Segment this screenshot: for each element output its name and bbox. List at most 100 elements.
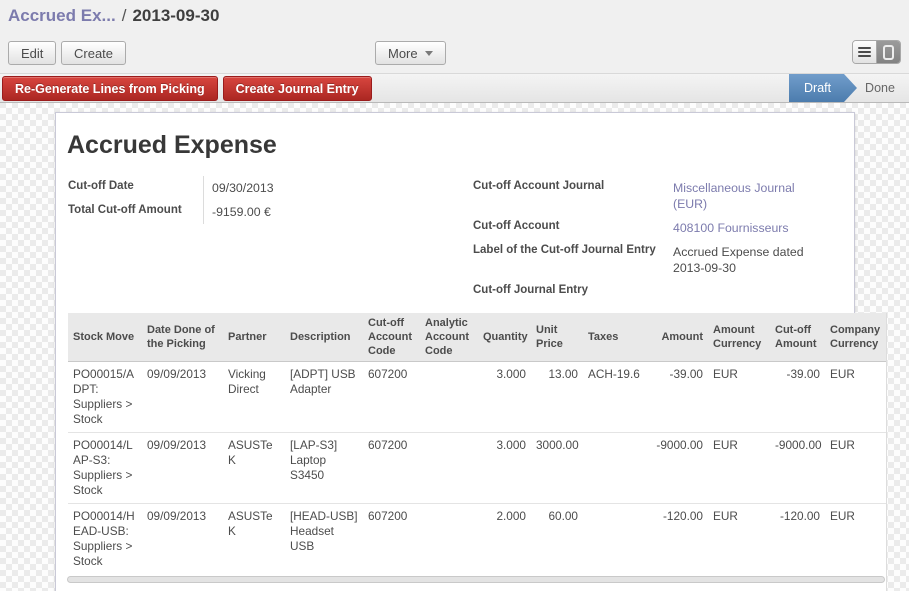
field-label-cutoff-date: Cut-off Date: [68, 176, 203, 200]
table-row[interactable]: PO00014/HEAD-USB: Suppliers > Stock 09/0…: [68, 504, 886, 575]
breadcrumb-current: 2013-09-30: [132, 6, 219, 25]
cell-description[interactable]: [LAP-S3] Laptop S3450: [285, 433, 363, 504]
cell-cutoff-amount[interactable]: -9000.00: [770, 433, 825, 504]
status-draft[interactable]: Draft: [789, 74, 857, 102]
cell-description[interactable]: [HEAD-USB] Headset USB: [285, 504, 363, 575]
field-row: Cut-off Account Journal Miscellaneous Jo…: [473, 176, 853, 216]
cell-taxes[interactable]: [583, 504, 645, 575]
field-value-cutoff-account-journal[interactable]: Miscellaneous Journal (EUR): [673, 176, 823, 216]
cell-analytic-account-code[interactable]: [420, 433, 478, 504]
table-row[interactable]: PO00014/LAP-S3: Suppliers > Stock 09/09/…: [68, 433, 886, 504]
more-button[interactable]: More: [375, 41, 446, 65]
field-value-cutoff-journal-entry: [673, 280, 823, 303]
field-label-cutoff-account: Cut-off Account: [473, 216, 673, 240]
cell-company-currency[interactable]: EUR: [825, 433, 886, 504]
cell-cutoff-account-code[interactable]: 607200: [363, 362, 420, 433]
col-header-date-done: Date Done of the Picking: [142, 313, 223, 362]
action-buttons: Re-Generate Lines from Picking Create Jo…: [2, 76, 372, 101]
chevron-down-icon: [425, 51, 433, 56]
list-icon: [858, 45, 871, 59]
create-button[interactable]: Create: [61, 41, 126, 65]
col-header-unit-price: Unit Price: [531, 313, 583, 362]
cell-company-currency[interactable]: EUR: [825, 362, 886, 433]
field-row: Cut-off Account 408100 Fournisseurs: [473, 216, 853, 240]
status-done[interactable]: Done: [857, 74, 903, 102]
cell-unit-price[interactable]: 13.00: [531, 362, 583, 433]
field-group-left: Cut-off Date 09/30/2013 Total Cut-off Am…: [68, 176, 413, 224]
masthead: Accrued Ex... / 2013-09-30 Edit Create Mor…: [0, 0, 909, 73]
col-header-cutoff-amount: Cut-off Amount: [770, 313, 825, 362]
cell-analytic-account-code[interactable]: [420, 504, 478, 575]
regenerate-lines-button[interactable]: Re-Generate Lines from Picking: [2, 76, 218, 101]
list-view-button[interactable]: [853, 41, 877, 63]
field-row: Label of the Cut-off Journal Entry Accru…: [473, 240, 853, 280]
cell-unit-price[interactable]: 3000.00: [531, 433, 583, 504]
field-row: Cut-off Date 09/30/2013: [68, 176, 413, 200]
form-view-button[interactable]: [877, 41, 900, 63]
field-label-total-cutoff-amount: Total Cut-off Amount: [68, 200, 203, 224]
cell-amount[interactable]: -120.00: [645, 504, 708, 575]
cell-unit-price[interactable]: 60.00: [531, 504, 583, 575]
table-row[interactable]: PO00015/ADPT: Suppliers > Stock 09/09/20…: [68, 362, 886, 433]
cell-partner[interactable]: ASUSTeK: [223, 504, 285, 575]
cell-analytic-account-code[interactable]: [420, 362, 478, 433]
create-journal-entry-button[interactable]: Create Journal Entry: [223, 76, 372, 101]
edit-button[interactable]: Edit: [8, 41, 56, 65]
cell-amount-currency[interactable]: EUR: [708, 362, 770, 433]
cell-company-currency[interactable]: EUR: [825, 504, 886, 575]
cell-stock-move[interactable]: PO00014/HEAD-USB: Suppliers > Stock: [68, 504, 142, 575]
breadcrumb: Accrued Ex... / 2013-09-30: [8, 6, 219, 26]
cell-cutoff-account-code[interactable]: 607200: [363, 504, 420, 575]
cell-quantity[interactable]: 3.000: [478, 362, 531, 433]
col-header-amount: Amount: [645, 313, 708, 362]
view-switcher: [852, 40, 901, 64]
cell-quantity[interactable]: 2.000: [478, 504, 531, 575]
col-header-company-currency: Company Currency: [825, 313, 886, 362]
col-header-partner: Partner: [223, 313, 285, 362]
col-header-taxes: Taxes: [583, 313, 645, 362]
form-icon: [883, 45, 894, 60]
breadcrumb-separator: /: [122, 6, 127, 25]
field-value-cutoff-date: 09/30/2013: [203, 176, 413, 200]
cell-amount-currency[interactable]: EUR: [708, 504, 770, 575]
field-value-journal-entry-label: Accrued Expense dated 2013-09-30: [673, 240, 823, 280]
field-label-cutoff-account-journal: Cut-off Account Journal: [473, 176, 673, 216]
col-header-quantity: Quantity: [478, 313, 531, 362]
status-strip: Re-Generate Lines from Picking Create Jo…: [0, 73, 909, 103]
cell-amount[interactable]: -39.00: [645, 362, 708, 433]
cell-cutoff-account-code[interactable]: 607200: [363, 433, 420, 504]
page-title: Accrued Expense: [67, 131, 277, 160]
cell-quantity[interactable]: 3.000: [478, 433, 531, 504]
cell-stock-move[interactable]: PO00015/ADPT: Suppliers > Stock: [68, 362, 142, 433]
cell-description[interactable]: [ADPT] USB Adapter: [285, 362, 363, 433]
col-header-cutoff-account-code: Cut-off Account Code: [363, 313, 420, 362]
cutoff-lines-table: Stock Move Date Done of the Picking Part…: [68, 313, 887, 591]
cell-taxes[interactable]: [583, 433, 645, 504]
cell-amount[interactable]: -9000.00: [645, 433, 708, 504]
statusbar: Draft Done: [789, 74, 903, 102]
cell-cutoff-amount[interactable]: -39.00: [770, 362, 825, 433]
field-label-cutoff-journal-entry: Cut-off Journal Entry: [473, 280, 673, 303]
col-header-amount-currency: Amount Currency: [708, 313, 770, 362]
field-value-cutoff-account[interactable]: 408100 Fournisseurs: [673, 216, 823, 240]
cell-cutoff-amount[interactable]: -120.00: [770, 504, 825, 575]
table-header-row: Stock Move Date Done of the Picking Part…: [68, 313, 886, 362]
field-label-journal-entry-label: Label of the Cut-off Journal Entry: [473, 240, 673, 280]
app-window: Accrued Ex... / 2013-09-30 Edit Create Mor…: [0, 0, 909, 591]
cell-stock-move[interactable]: PO00014/LAP-S3: Suppliers > Stock: [68, 433, 142, 504]
field-value-total-cutoff-amount: -9159.00 €: [203, 200, 413, 224]
cell-partner[interactable]: Vicking Direct: [223, 362, 285, 433]
cell-taxes[interactable]: ACH-19.6: [583, 362, 645, 433]
cell-date-done[interactable]: 09/09/2013: [142, 362, 223, 433]
field-row: Cut-off Journal Entry: [473, 280, 853, 303]
cell-date-done[interactable]: 09/09/2013: [142, 504, 223, 575]
cell-amount-currency[interactable]: EUR: [708, 433, 770, 504]
field-row: Total Cut-off Amount -9159.00 €: [68, 200, 413, 224]
field-group-right: Cut-off Account Journal Miscellaneous Jo…: [473, 176, 853, 303]
horizontal-scrollbar[interactable]: [67, 576, 885, 583]
col-header-description: Description: [285, 313, 363, 362]
cell-date-done[interactable]: 09/09/2013: [142, 433, 223, 504]
col-header-stock-move: Stock Move: [68, 313, 142, 362]
breadcrumb-parent-link[interactable]: Accrued Ex...: [8, 6, 116, 25]
cell-partner[interactable]: ASUSTeK: [223, 433, 285, 504]
